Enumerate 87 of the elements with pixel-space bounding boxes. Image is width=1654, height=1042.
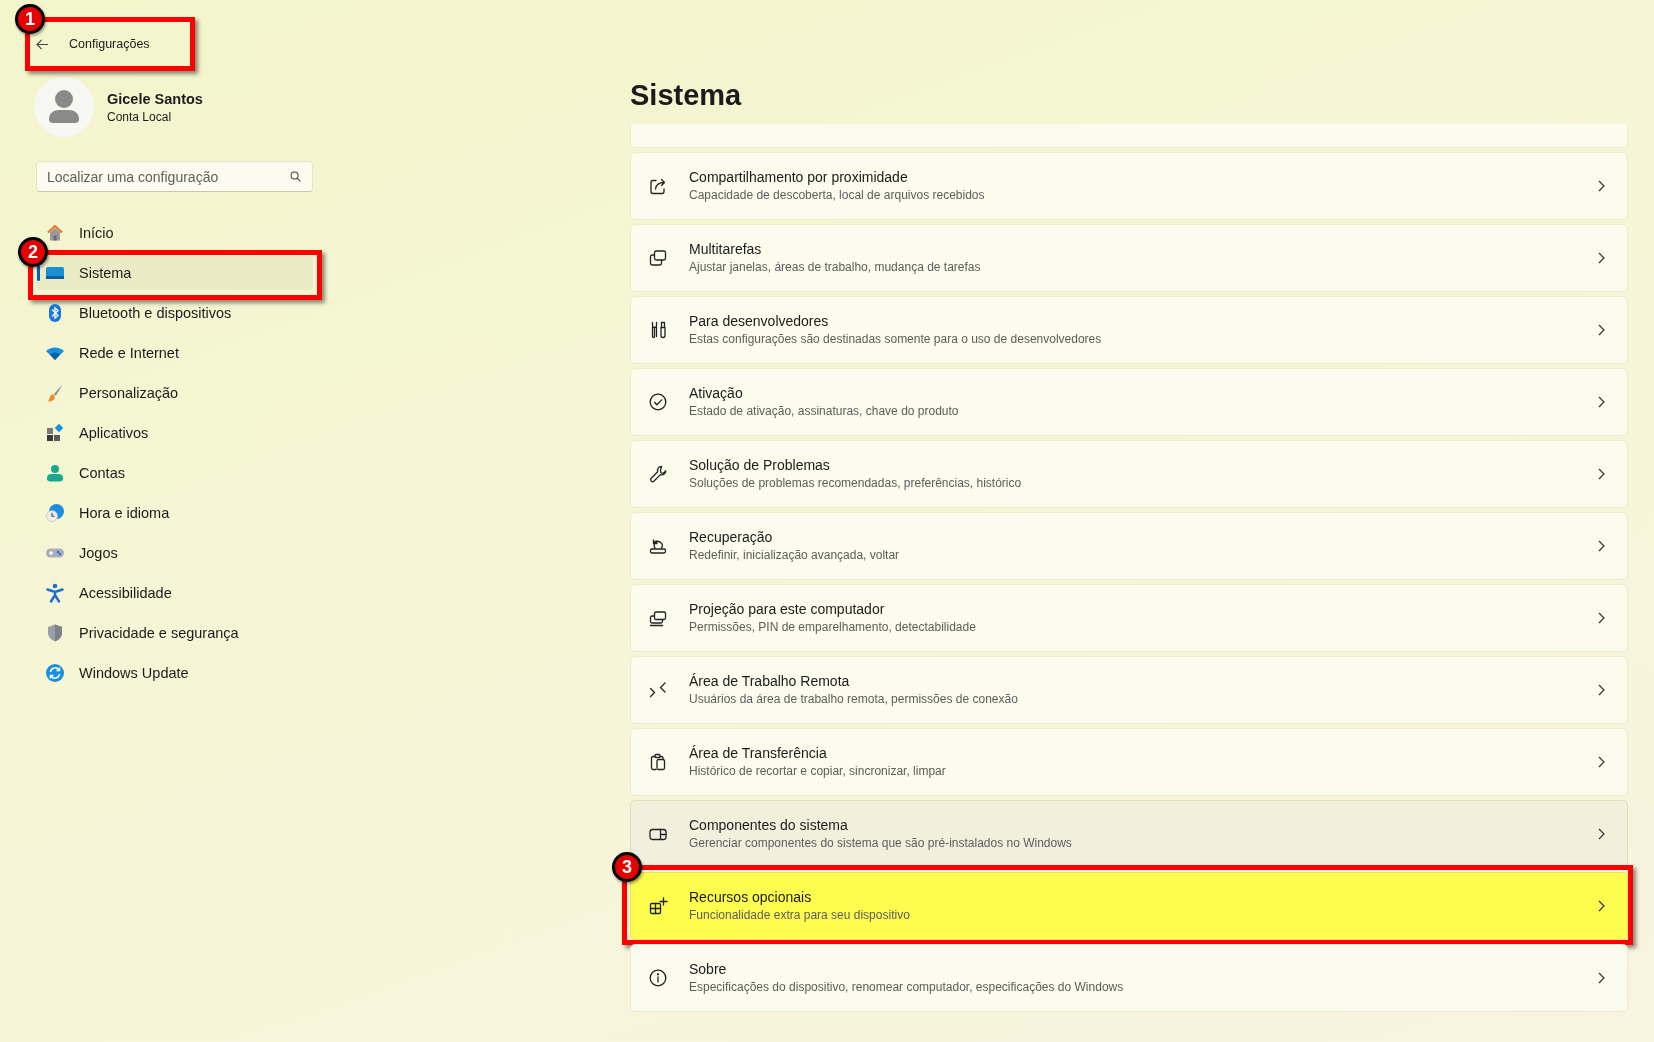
restore-icon <box>648 536 668 556</box>
chevron-icon <box>1598 252 1605 264</box>
check-circle-icon <box>648 392 668 412</box>
account-type: Conta Local <box>107 109 173 124</box>
row-title: Multitarefas <box>689 240 763 259</box>
person-icon <box>45 463 65 483</box>
row-title: Área de Transferência <box>689 744 828 763</box>
nav-item[interactable]: Windows Update <box>36 656 313 690</box>
row-title: Compartilhamento por proximidade <box>689 168 909 187</box>
home-icon <box>45 223 65 243</box>
clipboard-icon <box>648 752 668 772</box>
row-description: Histórico de recortar e copiar, sincronizar, limpar <box>689 763 947 780</box>
step-badge: 2 <box>18 237 48 267</box>
user-name: Gicele Santos <box>107 90 203 107</box>
row-description: Permissões, PIN de emparelhamento, detectabilidade <box>689 619 977 636</box>
chevron-icon <box>1598 180 1605 192</box>
step-badge: 1 <box>15 4 45 34</box>
row-description: Usuários da área de trabalho remota, permissões de conexão <box>689 691 1019 708</box>
chevron-icon <box>1598 612 1605 624</box>
wrench-icon <box>648 464 668 484</box>
search-field[interactable]: Localizar uma configuração <box>36 161 313 192</box>
row-title: Ativação <box>689 384 744 403</box>
back-arrow-icon <box>35 38 49 50</box>
row-title: Recuperação <box>689 528 774 547</box>
share-icon <box>648 176 668 196</box>
settings-row[interactable]: Componentes do sistema Gerenciar componentes do sistema que são pré-instalados no Windows <box>630 800 1628 868</box>
chevron-icon <box>1598 684 1605 696</box>
row-title: Para desenvolvedores <box>689 312 830 331</box>
info-icon <box>648 968 668 988</box>
avatar <box>34 77 94 137</box>
settings-row[interactable]: Recursos opcionais Funcionalidade extra para seu dispositivo <box>630 872 1628 940</box>
settings-row[interactable]: Área de Transferência Histórico de recortar e copiar, sincronizar, limpar <box>630 728 1628 796</box>
settings-row[interactable]: Compartilhamento por proximidade Capacidade de descoberta, local de arquivos recebidos <box>630 152 1628 220</box>
nav-item[interactable]: Jogos <box>36 536 313 570</box>
settings-row[interactable]: Sobre Especificações do dispositivo, renomear computador, especificações do Windows <box>630 944 1628 1012</box>
nav-item[interactable]: Hora e idioma <box>36 496 313 530</box>
row-title: Recursos opcionais <box>689 888 813 907</box>
apps-icon <box>45 423 65 443</box>
row-description: Estas configurações são destinadas somente para o uso de desenvolvedores <box>689 331 1103 348</box>
row-description: Funcionalidade extra para seu dispositivo <box>689 907 911 924</box>
row-title: Componentes do sistema <box>689 816 849 835</box>
nav-item[interactable]: Privacidade e segurança <box>36 616 313 650</box>
nav-item[interactable]: Rede e Internet <box>36 336 313 370</box>
page-title: Sistema <box>630 78 743 113</box>
refresh-icon <box>45 663 65 683</box>
shield-icon <box>45 623 65 643</box>
row-title: Área de Trabalho Remota <box>689 672 851 691</box>
nav-item[interactable]: Contas <box>36 456 313 490</box>
settings-row[interactable]: Ativação Estado de ativação, assinaturas, chave do produto <box>630 368 1628 436</box>
chevron-icon <box>1598 828 1605 840</box>
nav-item[interactable]: Acessibilidade <box>36 576 313 610</box>
accessibility-icon <box>45 583 65 603</box>
chevron-icon <box>1598 396 1605 408</box>
chevron-icon <box>1598 540 1605 552</box>
search-icon[interactable] <box>290 171 301 182</box>
selection-indicator <box>37 265 40 281</box>
settings-row[interactable]: Solução de Problemas Soluções de problemas recomendadas, preferências, histórico <box>630 440 1628 508</box>
row-description: Estado de ativação, assinaturas, chave do produto <box>689 403 960 420</box>
row-title: Projeção para este computador <box>689 600 886 619</box>
settings-row[interactable]: Recuperação Redefinir, inicialização avançada, voltar <box>630 512 1628 580</box>
globe-clock-icon <box>45 503 65 523</box>
chevron-icon <box>1598 468 1605 480</box>
row-description: Especificações do dispositivo, renomear computador, especificações do Windows <box>689 979 1125 996</box>
row-description: Redefinir, inicialização avançada, voltar <box>689 547 901 564</box>
chevron-icon <box>1598 324 1605 336</box>
app-title: Configurações <box>69 37 150 51</box>
grid-plus-icon <box>648 896 668 916</box>
settings-row[interactable]: Para desenvolvedores Estas configurações são destinadas somente para o uso de desenvolvedores <box>630 296 1628 364</box>
settings-row[interactable]: Multitarefas Ajustar janelas, áreas de trabalho, mudança de tarefas <box>630 224 1628 292</box>
settings-row[interactable]: Área de Trabalho Remota Usuários da área de trabalho remota, permissões de conexão <box>630 656 1628 724</box>
row-description: Ajustar janelas, áreas de trabalho, mudança de tarefas <box>689 259 982 276</box>
row-title: Sobre <box>689 960 728 979</box>
step-badge: 3 <box>612 852 642 882</box>
settings-row[interactable]: Projeção para este computador Permissões, PIN de emparelhamento, detectabilidade <box>630 584 1628 652</box>
nav-item[interactable]: Personalização <box>36 376 313 410</box>
row-description: Capacidade de descoberta, local de arquivos recebidos <box>689 187 986 204</box>
nav-item[interactable]: Bluetooth e dispositivos <box>36 296 313 330</box>
chevron-icon <box>1598 972 1605 984</box>
chevrons-icon <box>648 680 668 700</box>
chevron-icon <box>1598 756 1605 768</box>
chevron-icon <box>1598 900 1605 912</box>
stacked-windows-icon <box>648 248 668 268</box>
row-description: Gerenciar componentes do sistema que são pré-instalados no Windows <box>689 835 1073 852</box>
screens-icon <box>648 608 668 628</box>
row-title: Solução de Problemas <box>689 456 831 475</box>
row-description: Soluções de problemas recomendadas, preferências, histórico <box>689 475 1023 492</box>
nav-item[interactable]: Aplicativos <box>36 416 313 450</box>
